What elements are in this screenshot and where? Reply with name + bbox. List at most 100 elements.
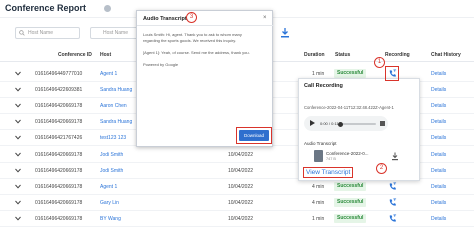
callout-2: 2: [376, 163, 387, 174]
highlight-box-download: [236, 127, 272, 144]
date-cell: 10/04/2022: [228, 167, 254, 174]
powered-by-text: Powered by Google: [143, 62, 179, 67]
download-icon[interactable]: [391, 152, 399, 161]
details-link[interactable]: Details: [431, 103, 446, 109]
panel-heading: Call Recording: [304, 83, 343, 89]
close-icon[interactable]: ×: [263, 15, 267, 21]
table-row: 01616496420669178 Gary Lin 10/04/2022 4 min…: [0, 195, 474, 211]
transcript-line: Louis Smith: Hi, agent. Thank you to ask…: [143, 32, 242, 37]
host-cell[interactable]: Jodi Smith: [100, 152, 123, 158]
callout-1: 1: [374, 57, 385, 68]
duration-cell: 4 min: [312, 199, 325, 206]
date-cell: 10/04/2022: [228, 199, 254, 206]
modal-divider: [137, 25, 274, 26]
details-link[interactable]: Details: [431, 200, 446, 206]
details-link[interactable]: Details: [431, 152, 446, 158]
details-link[interactable]: Details: [431, 184, 446, 190]
conference-id-cell: 01616496420669178: [35, 103, 83, 110]
conference-id-cell: 01616496420669178: [35, 199, 83, 206]
column-header-chat-history: Chat History: [431, 52, 461, 58]
conference-id-cell: 01616496420669178: [35, 183, 83, 190]
status-badge: Successful: [334, 69, 367, 78]
download-icon[interactable]: [280, 27, 290, 39]
call-recording-panel: Call Recording Conference-2022-04-11T12:…: [298, 78, 420, 181]
host-cell[interactable]: Agent 1: [100, 71, 117, 77]
column-header-duration: Duration: [304, 52, 325, 58]
chevron-down-icon[interactable]: [15, 103, 21, 108]
table-row: 01616496420669178 Agent 1 10/04/2022 4 min S…: [0, 179, 474, 195]
chevron-down-icon[interactable]: [15, 216, 21, 221]
conference-id-cell: 01616496420669178: [35, 215, 83, 222]
chevron-down-icon[interactable]: [15, 87, 21, 92]
recording-filename: Conference-2022-04-11T12:32:48.422Z-Agen…: [304, 105, 394, 110]
column-header-conference-id: Conference ID: [58, 52, 92, 58]
details-link[interactable]: Details: [431, 87, 446, 93]
transcript-file-size: 747 B: [326, 157, 336, 161]
chevron-down-icon[interactable]: [15, 135, 21, 140]
host-cell[interactable]: Sandra Huang: [100, 87, 132, 93]
chevron-down-icon[interactable]: [15, 184, 21, 189]
status-badge: Successful: [334, 181, 367, 191]
chevron-down-icon[interactable]: [15, 71, 21, 76]
duration-cell: 1 min: [312, 71, 325, 77]
audio-transcript-label: Audio Transcript: [304, 141, 337, 146]
transcript-file-name: Conference-2022-0...: [326, 151, 369, 156]
status-badge: Successful: [334, 197, 367, 207]
conference-id-cell: 01616496420669178: [35, 167, 83, 174]
host-cell[interactable]: Sandra Huang: [100, 119, 132, 125]
details-link[interactable]: Details: [431, 119, 446, 125]
host-cell[interactable]: BY Wang: [100, 216, 121, 222]
details-link[interactable]: Details: [431, 135, 446, 141]
transcript-line: regarding the sports goods. We received …: [143, 38, 237, 43]
conference-id-cell: 01616496420669178: [35, 119, 83, 126]
date-cell: 10/04/2022: [228, 215, 254, 222]
host-cell[interactable]: Gary Lin: [100, 200, 119, 206]
play-icon[interactable]: [310, 120, 315, 126]
host-cell[interactable]: Aaron Chen: [100, 103, 127, 109]
search-icon: [19, 30, 25, 36]
host-cell[interactable]: Agent 1: [100, 184, 117, 190]
host-cell[interactable]: test123 123: [100, 135, 126, 141]
audio-player[interactable]: 0:00 / 0:11: [304, 116, 388, 131]
date-cell: 10/04/2022: [228, 151, 254, 158]
conference-report-page: Conference Report Host Name Host Name Co…: [0, 0, 474, 251]
details-link[interactable]: Details: [431, 168, 446, 174]
callout-3: 3: [186, 12, 197, 23]
column-header-recording: Recording: [385, 52, 410, 58]
audio-progress-knob[interactable]: [338, 121, 343, 127]
host-cell[interactable]: Jodi Smith: [100, 168, 123, 174]
chevron-down-icon[interactable]: [15, 200, 21, 205]
conference-id-cell: 01616496421767426: [35, 135, 83, 142]
recording-icon[interactable]: [388, 214, 397, 223]
page-title: Conference Report: [5, 3, 87, 13]
host-name-filter[interactable]: Host Name: [15, 27, 80, 39]
conference-id-cell: 01616496422609381: [35, 87, 83, 94]
conference-id-cell: 01616496449777010: [35, 71, 83, 77]
status-badge: Successful: [334, 213, 367, 223]
column-header-host: Host: [100, 52, 112, 58]
volume-icon[interactable]: [380, 121, 385, 126]
modal-title: Audio Transcript: [143, 16, 187, 22]
details-link[interactable]: Details: [431, 71, 446, 77]
highlight-box-view-transcript: [303, 167, 353, 178]
details-link[interactable]: Details: [431, 216, 446, 222]
chevron-down-icon[interactable]: [15, 168, 21, 173]
audio-time: 0:00 / 0:11: [320, 121, 339, 126]
column-header-status: Status: [335, 52, 351, 58]
audio-progress-track[interactable]: [340, 123, 376, 125]
duration-cell: 1 min: [312, 215, 325, 222]
chevron-down-icon[interactable]: [15, 152, 21, 157]
audio-transcript-modal: Audio Transcript × Louis Smith: Hi, agen…: [136, 10, 274, 147]
recording-icon[interactable]: [388, 198, 397, 207]
duration-cell: 4 min: [312, 183, 325, 190]
host-name-filter-secondary-placeholder: Host Name: [103, 30, 129, 36]
document-icon: [314, 150, 323, 162]
transcript-file[interactable]: Conference-2022-0... 747 B: [314, 149, 384, 164]
info-icon[interactable]: [104, 5, 111, 12]
recording-icon[interactable]: [388, 182, 397, 191]
transcript-line: [Agent 1]: Yeah, of course. Send me the …: [143, 50, 250, 55]
highlight-box-recording-icon: [385, 66, 399, 81]
chevron-down-icon[interactable]: [15, 119, 21, 124]
table-row: 01616496420669178 BY Wang 10/04/2022 1 min S…: [0, 211, 474, 227]
conference-id-cell: 01616496420669178: [35, 151, 83, 158]
